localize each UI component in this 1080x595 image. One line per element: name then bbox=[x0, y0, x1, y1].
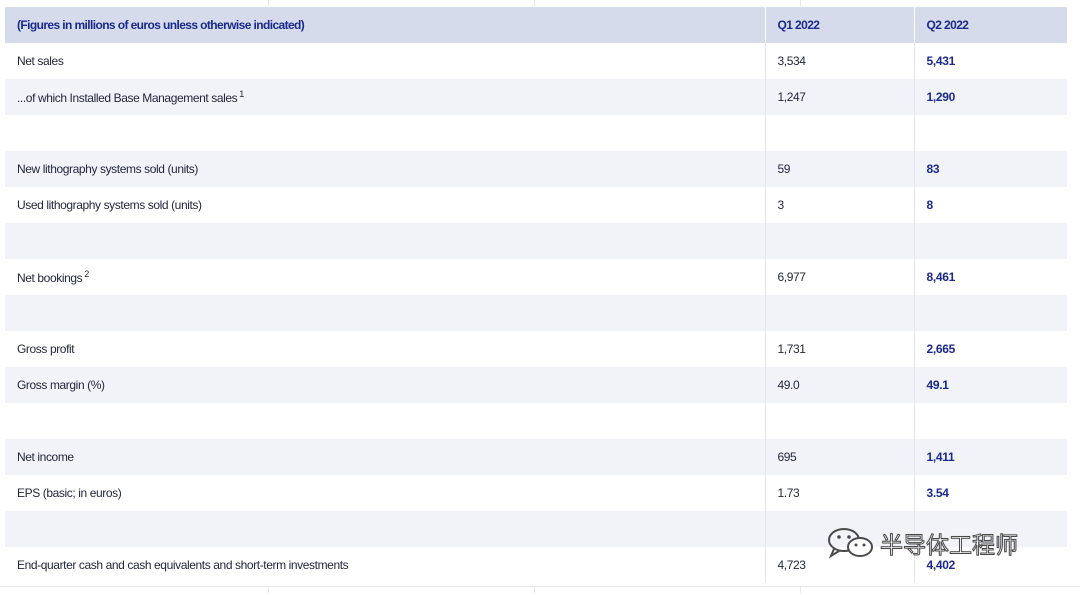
row-label: Used lithography systems sold (units) bbox=[5, 187, 766, 223]
footnote-marker: 2 bbox=[84, 269, 89, 279]
row-value-q2: 8,461 bbox=[926, 270, 956, 284]
row-value-q2: 83 bbox=[926, 162, 940, 176]
row-label-text: Gross margin (%) bbox=[17, 378, 105, 392]
row-label: Net income bbox=[5, 439, 766, 475]
row-label: EPS (basic; in euros) bbox=[5, 475, 766, 511]
row-value-q2: 49.1 bbox=[926, 378, 949, 392]
financial-summary-page: (Figures in millions of euros unless oth… bbox=[0, 0, 1080, 595]
row-value-q1 bbox=[765, 511, 915, 547]
row-value-q1 bbox=[765, 115, 915, 151]
row-value-q2: 8 bbox=[926, 198, 934, 212]
table-row: End-quarter cash and cash equivalents an… bbox=[5, 547, 1067, 583]
row-label: Gross profit bbox=[5, 331, 766, 367]
table-row bbox=[5, 403, 1067, 439]
header-q1: Q1 2022 bbox=[765, 7, 915, 43]
row-label-text: ...of which Installed Base Management sa… bbox=[17, 91, 238, 105]
row-value-q2: 1,411 bbox=[926, 450, 955, 464]
row-value-q2 bbox=[914, 223, 1067, 259]
row-label: Net bookings 2 bbox=[5, 259, 766, 295]
row-value-q1 bbox=[765, 295, 915, 331]
row-label: Gross margin (%) bbox=[5, 367, 766, 403]
row-value-q2: 3.54 bbox=[926, 486, 949, 500]
row-value-q1: 3,534 bbox=[765, 43, 915, 79]
row-label bbox=[5, 295, 766, 331]
row-value-q2: 2,665 bbox=[926, 342, 956, 356]
row-label-text: Used lithography systems sold (units) bbox=[17, 198, 202, 212]
row-label-text: Net income bbox=[17, 450, 74, 464]
row-label bbox=[5, 223, 766, 259]
row-label: End-quarter cash and cash equivalents an… bbox=[5, 547, 766, 583]
header-q2: Q2 2022 bbox=[926, 18, 969, 32]
table-row bbox=[5, 511, 1067, 547]
row-label-text: End-quarter cash and cash equivalents an… bbox=[17, 558, 349, 572]
financial-results-table: (Figures in millions of euros unless oth… bbox=[5, 7, 1067, 583]
row-value-q1: 4,723 bbox=[765, 547, 915, 583]
table-row bbox=[5, 223, 1067, 259]
table-row: Net sales 3,534 5,431 bbox=[5, 43, 1067, 79]
row-label bbox=[5, 511, 766, 547]
table-row bbox=[5, 295, 1067, 331]
rail-tick bbox=[268, 0, 269, 6]
row-value-q1: 3 bbox=[765, 187, 915, 223]
row-value-q2: 1,290 bbox=[926, 90, 956, 104]
row-value-q1: 1,247 bbox=[765, 79, 915, 115]
header-label: (Figures in millions of euros unless oth… bbox=[5, 7, 766, 43]
table-row: Gross profit 1,731 2,665 bbox=[5, 331, 1067, 367]
table-header-row: (Figures in millions of euros unless oth… bbox=[5, 7, 1067, 43]
table-row: Used lithography systems sold (units) 3 8 bbox=[5, 187, 1067, 223]
row-label bbox=[5, 115, 766, 151]
table-row: EPS (basic; in euros) 1.73 3.54 bbox=[5, 475, 1067, 511]
row-label bbox=[5, 403, 766, 439]
row-label: ...of which Installed Base Management sa… bbox=[5, 79, 766, 115]
rail-tick bbox=[534, 587, 535, 593]
row-label-text: Gross profit bbox=[17, 342, 75, 356]
row-value-q2: 5,431 bbox=[926, 54, 956, 68]
table-row: ...of which Installed Base Management sa… bbox=[5, 79, 1067, 115]
row-value-q2 bbox=[914, 511, 1067, 547]
row-label-text: EPS (basic; in euros) bbox=[17, 486, 122, 500]
table-body: Net sales 3,534 5,431 ...of which Installed… bbox=[5, 43, 1067, 583]
bottom-rail bbox=[0, 586, 1080, 595]
row-value-q1 bbox=[765, 223, 915, 259]
row-value-q1: 695 bbox=[765, 439, 915, 475]
footnote-marker: 1 bbox=[239, 89, 244, 99]
row-value-q1: 6,977 bbox=[765, 259, 915, 295]
rail-tick bbox=[268, 587, 269, 593]
row-label: New lithography systems sold (units) bbox=[5, 151, 766, 187]
row-value-q1: 49.0 bbox=[765, 367, 915, 403]
row-value-q1: 1,731 bbox=[765, 331, 915, 367]
row-label-text: Net sales bbox=[17, 54, 64, 68]
rail-tick bbox=[800, 0, 801, 6]
table-row: Net bookings 2 6,977 8,461 bbox=[5, 259, 1067, 295]
row-value-q2 bbox=[914, 115, 1067, 151]
table-row bbox=[5, 115, 1067, 151]
row-value-q2: 4,402 bbox=[926, 558, 956, 572]
row-value-q1: 59 bbox=[765, 151, 915, 187]
row-label-text: Net bookings bbox=[17, 271, 83, 285]
table-row: Net income 695 1,411 bbox=[5, 439, 1067, 475]
rail-tick bbox=[800, 587, 801, 593]
rail-tick bbox=[534, 0, 535, 6]
table-row: Gross margin (%) 49.0 49.1 bbox=[5, 367, 1067, 403]
row-value-q1 bbox=[765, 403, 915, 439]
row-value-q1: 1.73 bbox=[765, 475, 915, 511]
row-label-text: New lithography systems sold (units) bbox=[17, 162, 199, 176]
row-label: Net sales bbox=[5, 43, 766, 79]
row-value-q2 bbox=[914, 295, 1067, 331]
table-row: New lithography systems sold (units) 59 83 bbox=[5, 151, 1067, 187]
row-value-q2 bbox=[914, 403, 1067, 439]
